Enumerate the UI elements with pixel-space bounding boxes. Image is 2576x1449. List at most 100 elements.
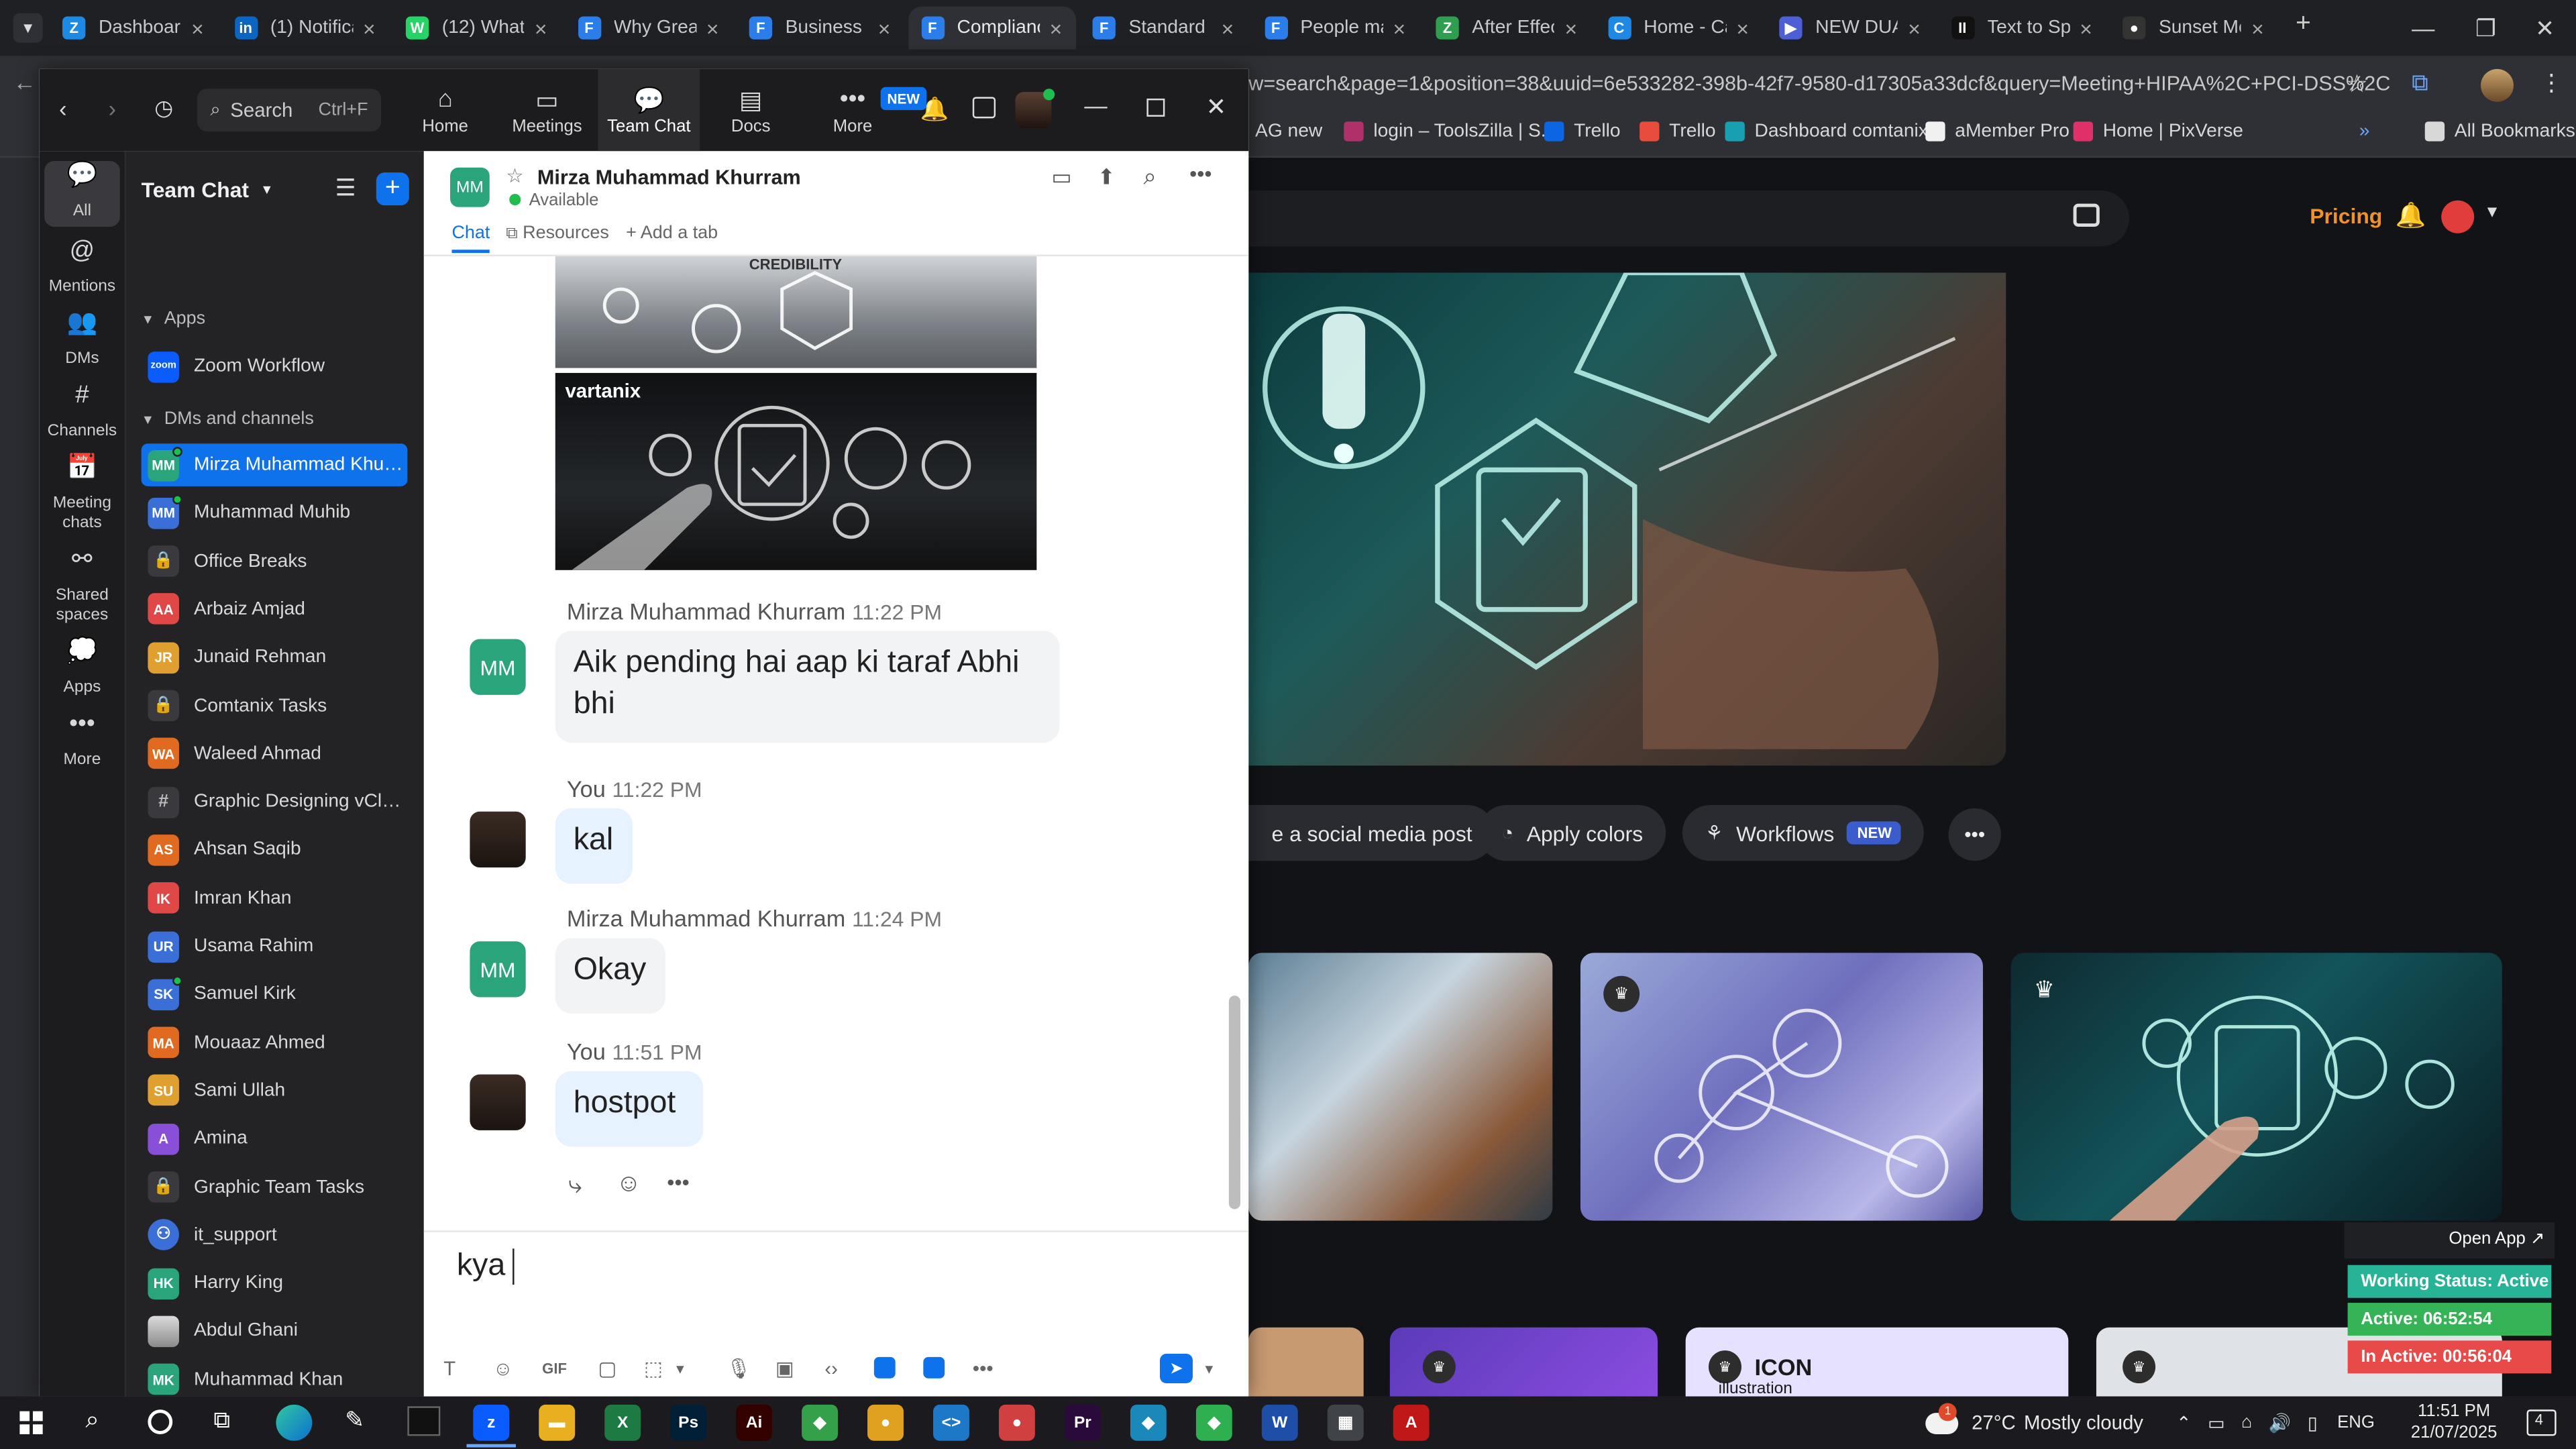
bookmarks-overflow-icon[interactable]: »: [2359, 121, 2370, 141]
browser-menu-icon[interactable]: ⋮: [2540, 69, 2563, 97]
browser-tab[interactable]: Z Dashboard ×: [49, 7, 217, 50]
profile-avatar[interactable]: [2480, 68, 2514, 102]
taskbar-search-icon[interactable]: ⌕: [85, 1406, 99, 1434]
shared-image-top[interactable]: CREDIBILITY: [555, 256, 1037, 368]
channel-item[interactable]: HK Harry King: [142, 1262, 408, 1305]
video-message-icon[interactable]: ▣: [775, 1357, 794, 1380]
add-reaction-icon[interactable]: ☺: [616, 1170, 641, 1198]
video-call-icon[interactable]: ▭: [1051, 164, 1071, 191]
channel-item[interactable]: 🔒 Comtanix Tasks: [142, 684, 408, 727]
forward-arrow-icon[interactable]: ›: [109, 95, 116, 121]
contact-name[interactable]: Mirza Muhammad Khurram: [537, 166, 801, 189]
tab-close-icon[interactable]: ×: [1393, 15, 1406, 40]
tab-chat[interactable]: Chat: [451, 223, 490, 254]
share-screen-icon[interactable]: ⬆: [1097, 164, 1116, 191]
message-bubble[interactable]: Aik pending hai aap ki taraf Abhi bhi: [555, 631, 1060, 743]
word-icon[interactable]: W: [1261, 1404, 1298, 1441]
channel-item[interactable]: AA Arbaiz Amjad: [142, 588, 408, 631]
bookmark-item[interactable]: login – ToolsZilla | S...: [1344, 121, 1556, 142]
browser-tab[interactable]: Z After Effec ×: [1423, 7, 1591, 50]
message-sender[interactable]: Mirza Muhammad Khurram: [567, 598, 845, 624]
app-shortcut-icon-2[interactable]: [923, 1356, 945, 1379]
chevron-down-icon[interactable]: ▼: [2484, 204, 2500, 222]
file-icon[interactable]: ▢: [598, 1357, 616, 1380]
channel-item[interactable]: 🔒 Graphic Team Tasks: [142, 1166, 408, 1209]
language-indicator[interactable]: ENG: [2337, 1413, 2375, 1432]
site-user-avatar[interactable]: [2441, 200, 2475, 233]
calendar-icon[interactable]: [972, 97, 996, 119]
zoom-icon[interactable]: z: [473, 1404, 510, 1441]
channel-item[interactable]: A Amina: [142, 1118, 408, 1161]
browser-tab[interactable]: C Home - Ca ×: [1595, 7, 1762, 50]
all-bookmarks[interactable]: All Bookmarks: [2424, 121, 2575, 142]
nav-team-chat[interactable]: 💬 Team Chat: [598, 68, 700, 152]
channel-item[interactable]: AS Ahsan Saqib: [142, 828, 408, 871]
send-button[interactable]: ➤: [1159, 1353, 1193, 1384]
rail-meeting-chats[interactable]: 📅 Meeting chats: [44, 453, 120, 535]
bookmark-item[interactable]: Home | PixVerse: [2073, 121, 2243, 142]
zoom-maximize-icon[interactable]: [1146, 98, 1165, 117]
action-pill[interactable]: e a social media post: [1248, 805, 1495, 861]
tab-close-icon[interactable]: ×: [191, 15, 204, 40]
vscode-icon[interactable]: <>: [933, 1404, 969, 1441]
chat-scrollbar[interactable]: [1228, 996, 1240, 1210]
rail-more[interactable]: ••• More: [44, 710, 120, 772]
result-thumb-3[interactable]: ♛: [2010, 953, 2502, 1221]
notifications-bell-icon[interactable]: 🔔: [2396, 201, 2426, 230]
green-app-2-icon[interactable]: ◆: [1195, 1404, 1232, 1441]
meet-now-icon[interactable]: ▭: [2208, 1412, 2224, 1433]
shared-image-bottom[interactable]: vartanix: [555, 372, 1037, 570]
bell-icon[interactable]: 🔔: [920, 95, 949, 123]
contact-avatar[interactable]: MM: [450, 167, 490, 207]
result-thumb-2[interactable]: ♛: [1580, 953, 1983, 1221]
minimize-icon[interactable]: —: [2392, 0, 2455, 56]
browser-tab[interactable]: F Why Great ×: [564, 7, 732, 50]
new-chat-button[interactable]: +: [376, 172, 409, 206]
message-sender[interactable]: You: [567, 1038, 606, 1065]
tab-close-icon[interactable]: ×: [706, 15, 719, 40]
chrome-2-icon[interactable]: ●: [998, 1404, 1035, 1441]
channel-item[interactable]: Abdul Ghani: [142, 1310, 408, 1353]
rail-apps[interactable]: 💭 Apps: [44, 637, 120, 700]
chevron-down-icon[interactable]: ▼: [674, 1362, 686, 1377]
photoshop-icon[interactable]: Ps: [670, 1404, 707, 1441]
apps-section-header[interactable]: ▼ Apps: [142, 309, 206, 328]
channel-item[interactable]: IK Imran Khan: [142, 877, 408, 920]
panel-title[interactable]: Team Chat ▼: [142, 177, 274, 202]
tray-overflow-icon[interactable]: ⌃: [2176, 1412, 2192, 1433]
channel-item[interactable]: MK Muhammad Khan: [142, 1358, 408, 1397]
premiere-icon[interactable]: Pr: [1064, 1404, 1101, 1441]
my-avatar[interactable]: [470, 1074, 526, 1130]
tab-close-icon[interactable]: ×: [1736, 15, 1749, 40]
browser-tab[interactable]: ● Sunset Mo ×: [2110, 7, 2277, 50]
rail-channels[interactable]: # Channels: [44, 381, 120, 443]
camera-search-icon[interactable]: [2073, 203, 2100, 227]
clock[interactable]: 11:51 PM 21/07/2025: [2411, 1401, 2498, 1444]
terminal-icon[interactable]: [407, 1406, 441, 1436]
history-icon[interactable]: ◷: [154, 95, 173, 121]
browser-tab[interactable]: F Business 1 ×: [736, 7, 904, 50]
tab-close-icon[interactable]: ×: [1564, 15, 1577, 40]
browser-tab[interactable]: W (12) WhatsA ×: [392, 7, 560, 50]
browser-tab[interactable]: F People ma ×: [1251, 7, 1419, 50]
format-text-icon[interactable]: T: [443, 1357, 455, 1380]
gif-icon[interactable]: GIF: [542, 1360, 567, 1377]
message-more-icon[interactable]: •••: [667, 1170, 689, 1195]
bookmark-star-icon[interactable]: ☆: [2346, 69, 2368, 99]
result-thumb-4[interactable]: [1248, 1327, 1364, 1397]
explorer-icon[interactable]: ▬: [539, 1404, 576, 1441]
tab-resources[interactable]: ⧉ Resources: [506, 223, 609, 243]
edge-icon[interactable]: [276, 1404, 313, 1441]
rail-shared-spaces[interactable]: ⚯ Shared spaces: [44, 545, 120, 627]
tab-list-dropdown[interactable]: ▼: [13, 13, 43, 43]
tab-close-icon[interactable]: ×: [363, 15, 376, 40]
more-options-icon[interactable]: •••: [1189, 161, 1212, 186]
rail-all[interactable]: 💬 All: [44, 161, 120, 227]
result-thumb-6[interactable]: ♛ ICON illustration: [1685, 1327, 2069, 1397]
browser-tab[interactable]: F Standard c ×: [1079, 7, 1247, 50]
network-icon[interactable]: ⌂: [2241, 1413, 2252, 1432]
tab-close-icon[interactable]: ×: [2080, 15, 2092, 40]
filter-icon[interactable]: ☰: [335, 174, 356, 203]
channel-item[interactable]: UR Usama Rahim: [142, 925, 408, 968]
channel-item[interactable]: MM Mirza Muhammad Khurr...: [141, 443, 408, 486]
